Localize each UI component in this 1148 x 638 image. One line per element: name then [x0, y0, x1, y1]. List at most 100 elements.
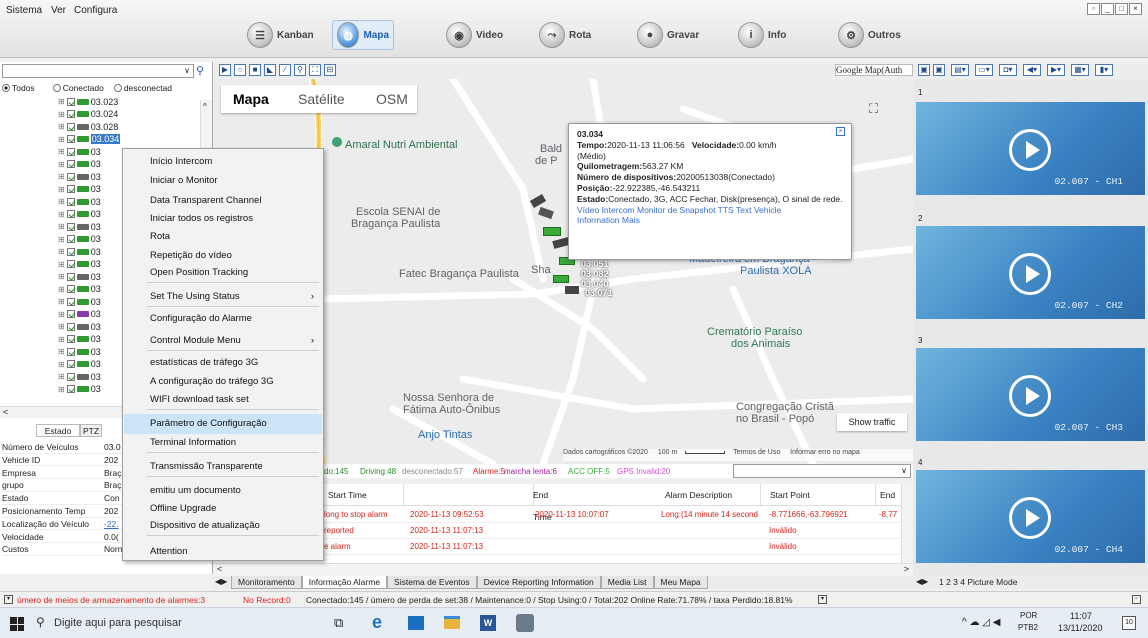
stats-filter-select[interactable]: ∨ — [733, 464, 911, 478]
info-action-links[interactable]: Vídeo Intercom Monitor de Snapshot TTS T… — [577, 205, 843, 216]
checkbox-icon[interactable] — [66, 222, 75, 231]
video-screen-icon[interactable]: ▭▾ — [975, 64, 993, 76]
nav-mapa[interactable]: ◍ Mapa — [332, 20, 394, 50]
camera-view-4[interactable]: 02.007 - CH4 — [916, 470, 1145, 563]
checkbox-icon[interactable] — [66, 385, 75, 393]
checkbox-icon[interactable] — [66, 147, 75, 156]
polygon-tool-icon[interactable]: ◣ — [264, 64, 276, 76]
stat-acc[interactable]: ACC OFF:5 — [568, 467, 610, 476]
context-menu-item[interactable]: Início Intercom — [124, 152, 322, 172]
tray-icons[interactable]: ^ ☁ ◿ ◀ — [962, 617, 1000, 628]
col-end-time[interactable]: End Time — [411, 484, 552, 522]
checkbox-icon[interactable] — [66, 360, 75, 368]
vehicle-marker[interactable] — [553, 275, 569, 283]
minimize-icon[interactable]: _ — [1101, 3, 1114, 15]
tray-lang-2[interactable]: PTB2 — [1018, 623, 1038, 632]
bottom-tab[interactable]: Meu Mapa — [653, 576, 708, 589]
windows-start-icon[interactable] — [10, 617, 24, 631]
bottom-tab[interactable]: Monitoramento — [231, 576, 302, 589]
checkbox-icon[interactable] — [66, 185, 75, 193]
checkbox-icon[interactable] — [66, 122, 75, 131]
pointer-tool-icon[interactable]: ▶ — [219, 64, 231, 76]
context-menu-item[interactable]: Data Transparent Channel — [124, 191, 322, 211]
context-menu-item[interactable]: A configuração do tráfego 3G — [124, 372, 322, 392]
checkbox-icon[interactable] — [66, 97, 75, 106]
snapshot-icon[interactable]: ◘▾ — [999, 64, 1017, 76]
stat-idle[interactable]: marcha lenta:6 — [504, 467, 557, 476]
rectangle-tool-icon[interactable]: ■ — [249, 64, 261, 76]
vehicle-tree-item[interactable]: ⊞ 03 — [58, 246, 101, 257]
context-menu-item[interactable]: Iniciar todos os registros — [124, 209, 322, 229]
checkbox-icon[interactable] — [66, 272, 75, 281]
menu-sistema[interactable]: Sistema — [6, 5, 42, 16]
camera-view-3[interactable]: 02.007 - CH3 — [916, 348, 1145, 441]
close-info-icon[interactable]: × — [836, 127, 845, 136]
app-icon[interactable] — [516, 614, 534, 632]
line-tool-icon[interactable]: ∕ — [279, 64, 291, 76]
play-icon[interactable] — [1009, 497, 1051, 539]
vehicle-marker[interactable] — [565, 286, 579, 294]
filter-disconnected-radio[interactable]: desconectad — [113, 82, 172, 94]
info-action-links-2[interactable]: Information Mais — [577, 215, 843, 226]
nav-video[interactable]: ◉ Video — [442, 20, 507, 50]
tray-lang[interactable]: POR — [1020, 611, 1037, 620]
video-layout1-icon[interactable]: ▣ — [918, 64, 930, 76]
map-type-satelite[interactable]: Satélite — [298, 91, 345, 107]
stat-disconnected[interactable]: desconectado:57 — [402, 467, 463, 476]
outlook-icon[interactable] — [408, 616, 424, 630]
vehicle-tree-item[interactable]: ⊞ 03 — [58, 234, 101, 245]
camera-view-1[interactable]: 02.007 - CH1 — [916, 102, 1145, 195]
nav-gravar[interactable]: ● Gravar — [633, 20, 703, 50]
notification-icon[interactable]: 10 — [1122, 616, 1136, 630]
vehicle-tree-item[interactable]: ⊞ 03 — [58, 346, 101, 357]
status-dropdown-icon[interactable]: ▾ — [818, 595, 827, 604]
context-menu-item[interactable]: Attention — [124, 542, 322, 562]
context-menu-item[interactable]: estatísticas de tráfego 3G — [124, 353, 322, 373]
tab-estado[interactable]: Estado — [36, 424, 80, 437]
video-layout2-icon[interactable]: ▣ — [933, 64, 945, 76]
vehicle-search-input[interactable]: ∨ — [2, 64, 194, 78]
vehicle-tree-item[interactable]: ⊞ 03 — [58, 209, 101, 220]
bottom-tab[interactable]: Device Reporting Information — [476, 576, 601, 589]
layout-tool-icon[interactable]: ⊟ — [324, 64, 336, 76]
checkbox-icon[interactable] — [66, 322, 75, 331]
context-menu-item[interactable]: Set The Using Status › — [124, 287, 322, 307]
checkbox-icon[interactable] — [66, 285, 75, 293]
alarm-hscrollbar[interactable]: < > — [213, 563, 913, 575]
checkbox-icon[interactable] — [66, 197, 75, 206]
alarm-scrollbar[interactable] — [901, 484, 913, 574]
vehicle-tree-item[interactable]: ⊞ 03 — [58, 359, 101, 370]
context-menu-item[interactable]: emitiu um documento — [124, 481, 322, 501]
camera-tab-labels[interactable]: 1 2 3 4 Picture Mode — [939, 577, 1017, 587]
vehicle-tree-item[interactable]: ⊞ 03 — [58, 171, 101, 182]
map-report-link[interactable]: Informar erro no mapa — [790, 449, 860, 456]
cam-tabs-nav-icon[interactable]: ◀▶ — [916, 577, 928, 586]
play-icon[interactable] — [1009, 253, 1051, 295]
stat-driving[interactable]: Driving:48 — [360, 467, 396, 476]
camera-view-2[interactable]: 02.007 - CH2 — [916, 226, 1145, 319]
checkbox-icon[interactable] — [66, 172, 75, 181]
word-icon[interactable]: W — [480, 615, 496, 631]
show-traffic-button[interactable]: Show traffic — [837, 413, 907, 431]
checkbox-icon[interactable] — [66, 235, 75, 243]
map-provider-select[interactable]: Google Map(Auth — [835, 64, 913, 76]
context-menu-item[interactable]: Control Module Menu › — [124, 331, 322, 351]
taskbar-search-input[interactable]: Digite aqui para pesquisar — [54, 617, 182, 629]
stat-online[interactable]: do:145 — [324, 467, 348, 476]
nav-rota[interactable]: ⤳ Rota — [535, 20, 595, 50]
checkbox-icon[interactable] — [66, 135, 75, 143]
vehicle-tree-item[interactable]: ⊞ 03 — [58, 259, 101, 270]
bottom-tab[interactable]: Sistema de Eventos — [387, 576, 477, 589]
map-fullscreen-icon[interactable]: ⛶ — [869, 101, 889, 121]
col-alarm-description[interactable]: Alarm Description — [661, 484, 761, 506]
checkbox-icon[interactable] — [66, 335, 75, 343]
taskbar-search-icon[interactable]: ⚲ — [36, 615, 45, 629]
checkbox-icon[interactable] — [66, 297, 75, 306]
vehicle-tree-item[interactable]: ⊞ 03 — [58, 271, 101, 282]
vehicle-tree-item[interactable]: ⊞ 03.023 — [58, 96, 118, 107]
vehicle-tree-item[interactable]: ⊞ 03 — [58, 371, 101, 382]
status-right-icon[interactable]: ▫ — [1132, 595, 1141, 604]
nav-outros[interactable]: ⚙ Outros — [834, 20, 905, 50]
vehicle-tree-item[interactable]: ⊞ 03 — [58, 146, 101, 157]
tabs-prev-icon[interactable]: ◀▶ — [215, 577, 227, 586]
